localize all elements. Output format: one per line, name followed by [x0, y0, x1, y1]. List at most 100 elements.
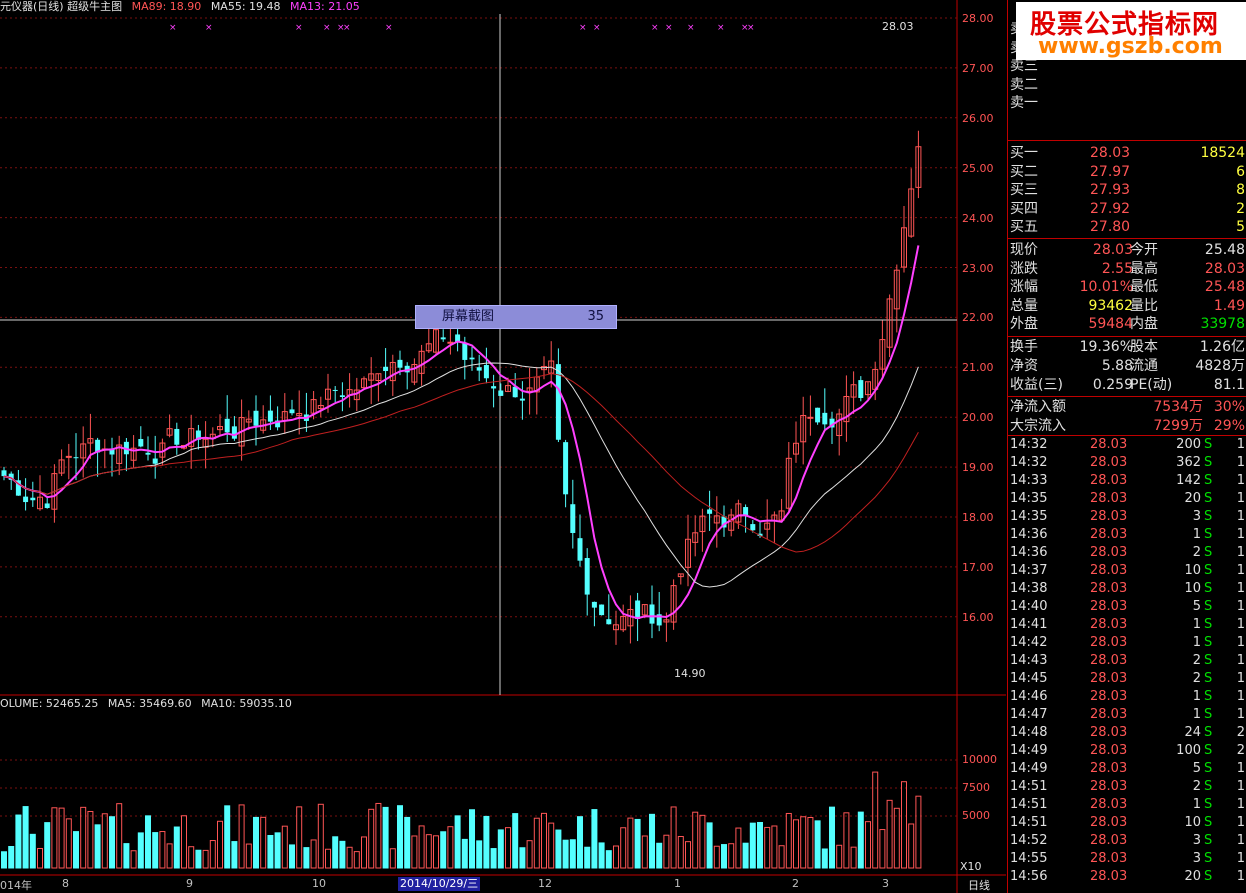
tick-count: 1	[1236, 491, 1245, 506]
tick-row[interactable]: 14:38 28.03 10 S 1	[1008, 580, 1246, 598]
volume-bar	[505, 827, 511, 869]
tick-row[interactable]: 14:33 28.03 142 S 1	[1008, 472, 1246, 490]
tick-volume: 1	[1192, 635, 1201, 650]
candle-body-up	[447, 341, 454, 344]
volume-bar	[224, 805, 231, 869]
tick-row[interactable]: 14:52 28.03 3 S 1	[1008, 832, 1246, 850]
tick-row[interactable]: 14:36 28.03 2 S 1	[1008, 544, 1246, 562]
bid-row[interactable]: 买四 27.92 2	[1008, 200, 1246, 218]
quote-row[interactable]: 总量 93462 量比 1.49	[1008, 297, 1246, 315]
chart-area[interactable]: × × × × × × × × × × × × × × × 28.03 14.90 元仪器(日线) 超级牛主图 …	[0, 0, 1006, 893]
tick-row[interactable]: 14:41 28.03 1 S 1	[1008, 616, 1246, 634]
fundamental-value: 4828万	[1195, 358, 1245, 374]
quote-label: 今开	[1130, 242, 1158, 258]
tick-row[interactable]: 14:51 28.03 2 S 1	[1008, 778, 1246, 796]
volume-bar	[692, 811, 699, 869]
chart-title: 元仪器(日线) 超级牛主图	[0, 0, 123, 13]
bid-row[interactable]: 买五 27.80 5	[1008, 218, 1246, 236]
quote-row[interactable]: 现价 28.03 今开 25.48	[1008, 241, 1246, 259]
tick-count: 1	[1236, 815, 1245, 830]
tick-row[interactable]: 14:56 28.03 20 S 1	[1008, 868, 1246, 886]
tick-row[interactable]: 14:47 28.03 1 S 1	[1008, 706, 1246, 724]
tick-price: 28.03	[1090, 527, 1128, 542]
tick-side: S	[1204, 725, 1213, 740]
tick-time: 14:36	[1010, 527, 1048, 542]
tick-volume: 5	[1192, 599, 1201, 614]
volume-label: OLUME: 52465.25	[0, 697, 99, 710]
volume-bar	[713, 845, 720, 869]
volume-bar	[541, 812, 547, 869]
tick-side: S	[1204, 437, 1213, 452]
quote-row[interactable]: 涨跌 2.55 最高 28.03	[1008, 260, 1246, 278]
candle-body-down	[440, 337, 446, 340]
volume-bar	[253, 816, 259, 869]
price-tick-label: 27.00	[962, 61, 994, 75]
quote-label: 现价	[1010, 242, 1038, 258]
tick-row[interactable]: 14:51 28.03 10 S 1	[1008, 814, 1246, 832]
bid-label: 买二	[1010, 163, 1038, 180]
candle-body-down	[267, 410, 273, 422]
volume-bar	[742, 842, 749, 869]
tick-row[interactable]: 14:35 28.03 3 S 1	[1008, 508, 1246, 526]
volume-bar	[303, 847, 310, 869]
fundamental-label: 股本	[1130, 339, 1158, 355]
volume-bar	[209, 840, 216, 869]
bid-volume: 2	[1236, 200, 1245, 217]
flow-row[interactable]: 净流入额 7534万 30%	[1008, 398, 1246, 416]
tick-row[interactable]: 14:40 28.03 5 S 1	[1008, 598, 1246, 616]
tick-row[interactable]: 14:37 28.03 10 S 1	[1008, 562, 1246, 580]
volume-bar	[627, 817, 634, 869]
flow-row[interactable]: 大宗流入 7299万 29%	[1008, 417, 1246, 435]
fundamental-row[interactable]: 净资 5.88 流通 4828万	[1008, 357, 1246, 375]
tick-row[interactable]: 14:51 28.03 1 S 1	[1008, 796, 1246, 814]
signal-mark: ×	[343, 23, 351, 33]
tick-side: S	[1204, 869, 1213, 884]
tick-row[interactable]: 14:49 28.03 100 S 2	[1008, 742, 1246, 760]
tick-row[interactable]: 14:35 28.03 20 S 1	[1008, 490, 1246, 508]
watermark-url: www.gszb.com	[1038, 34, 1223, 59]
ask-row[interactable]: 卖一	[1008, 94, 1246, 112]
tick-side: S	[1204, 833, 1213, 848]
tick-row[interactable]: 14:49 28.03 5 S 1	[1008, 760, 1246, 778]
tick-row[interactable]: 14:42 28.03 1 S 1	[1008, 634, 1246, 652]
tick-count: 1	[1236, 527, 1245, 542]
tick-row[interactable]: 14:45 28.03 2 S 1	[1008, 670, 1246, 688]
tick-price: 28.03	[1090, 707, 1128, 722]
tick-side: S	[1204, 599, 1213, 614]
price-tick-label: 24.00	[962, 211, 994, 225]
period-label[interactable]: 日线	[968, 877, 990, 893]
candle-body-down	[44, 503, 50, 509]
tick-row[interactable]: 14:55 28.03 3 S 1	[1008, 850, 1246, 868]
tick-count: 1	[1236, 473, 1245, 488]
volume-bar	[123, 843, 130, 869]
volume-bar	[893, 807, 900, 869]
tick-row[interactable]: 14:43 28.03 2 S 1	[1008, 652, 1246, 670]
tick-row[interactable]: 14:32 28.03 200 S 1	[1008, 436, 1246, 454]
kline-chart[interactable]: × × × × ×× × × × × × × × ×× 28.0314.90	[0, 0, 1006, 893]
ask-label: 卖一	[1010, 95, 1038, 111]
tick-price: 28.03	[1090, 599, 1128, 614]
candle-body-down	[73, 457, 79, 459]
tick-row[interactable]: 14:46 28.03 1 S 1	[1008, 688, 1246, 706]
candle-body-down	[383, 366, 389, 372]
screenshot-popup[interactable]: 屏幕截图 35	[415, 305, 617, 329]
candle-body-down	[599, 604, 605, 616]
ask-row[interactable]: 卖二	[1008, 76, 1246, 94]
bid-row[interactable]: 买二 27.97 6	[1008, 163, 1246, 181]
tick-price: 28.03	[1090, 653, 1128, 668]
quote-row[interactable]: 外盘 59484 内盘 33978	[1008, 315, 1246, 333]
bid-row[interactable]: 买一 28.03 18524	[1008, 144, 1246, 162]
candle-body-down	[30, 497, 36, 501]
tick-row[interactable]: 14:48 28.03 24 S 2	[1008, 724, 1246, 742]
bid-row[interactable]: 买三 27.93 8	[1008, 181, 1246, 199]
tick-row[interactable]: 14:32 28.03 362 S 1	[1008, 454, 1246, 472]
fundamental-row[interactable]: 收益(三) 0.259 PE(动) 81.1	[1008, 376, 1246, 394]
tick-volume: 142	[1176, 473, 1201, 488]
fundamental-row[interactable]: 换手 19.36% 股本 1.26亿	[1008, 338, 1246, 356]
quote-value: 2.55	[1101, 260, 1133, 277]
tick-count: 1	[1236, 689, 1245, 704]
quote-row[interactable]: 涨幅 10.01% 最低 25.48	[1008, 278, 1246, 296]
tick-row[interactable]: 14:36 28.03 1 S 1	[1008, 526, 1246, 544]
volume-bar	[901, 781, 907, 869]
tick-side: S	[1204, 671, 1213, 686]
